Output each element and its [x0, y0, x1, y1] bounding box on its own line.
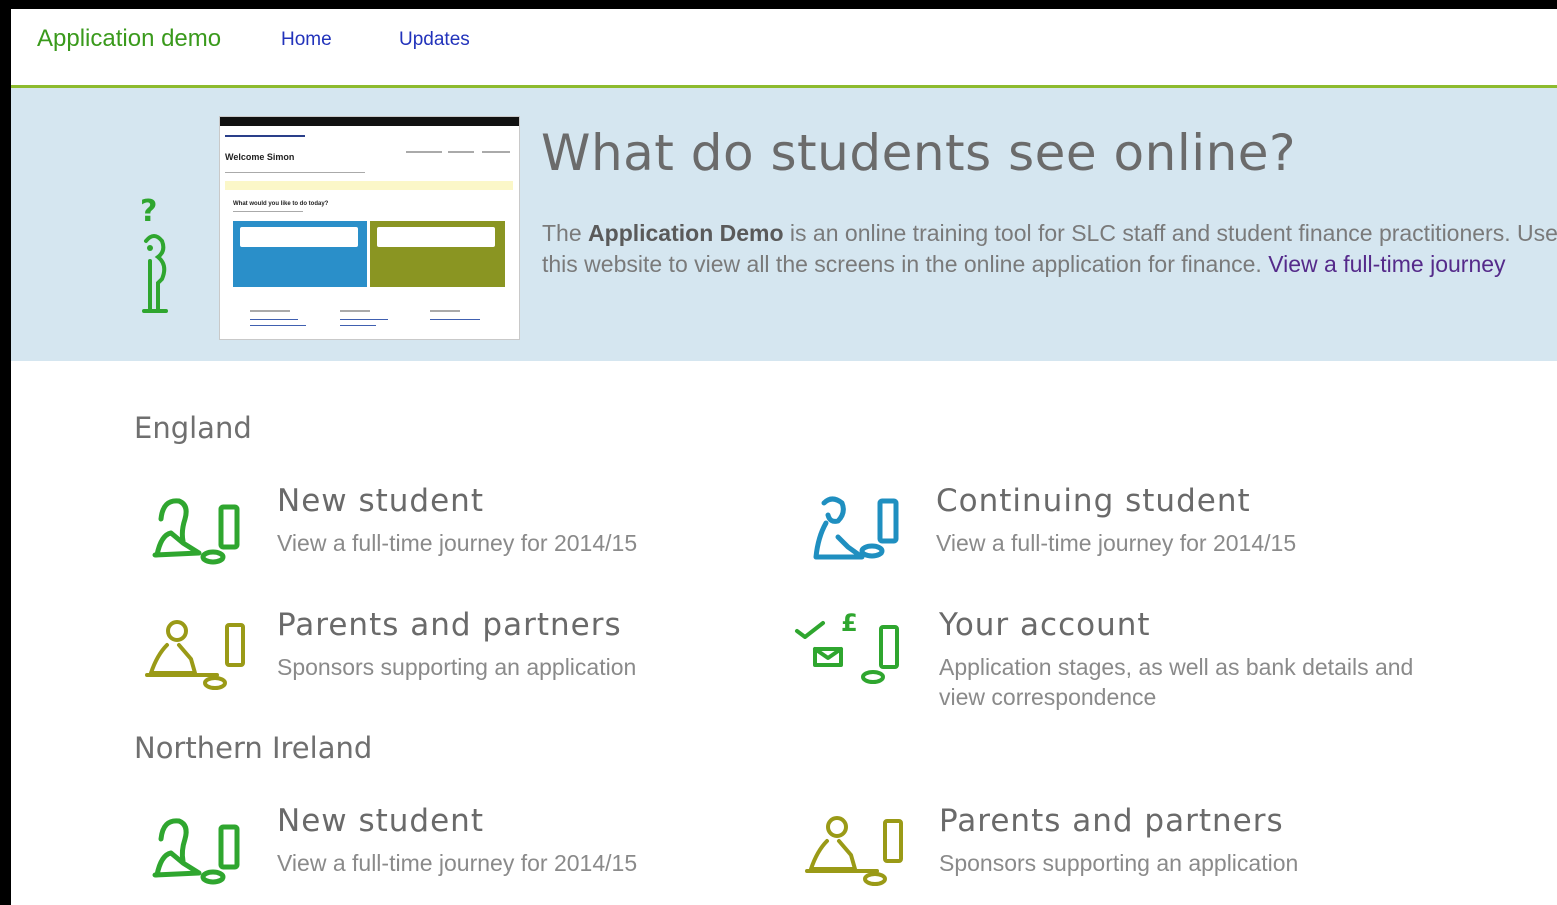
card-title: Continuing student — [936, 483, 1251, 519]
parents-icon — [805, 816, 903, 886]
card-england-continuing-student[interactable]: Continuing student View a full-time jour… — [800, 483, 1420, 584]
top-nav: Application demo Home Updates — [11, 9, 1557, 88]
continuing-student-icon — [813, 496, 899, 560]
intro-text: The Application Demo is an online traini… — [542, 220, 1557, 277]
card-england-new-student[interactable]: New student View a full-time journey for… — [141, 483, 761, 584]
nav-link-home[interactable]: Home — [281, 29, 332, 51]
website-preview-image: Welcome Simon What would you like to do … — [219, 116, 520, 340]
preview-welcome: Welcome Simon — [225, 152, 295, 162]
card-ni-new-student[interactable]: New student View a full-time journey for… — [141, 803, 761, 904]
card-title: Your account — [939, 607, 1151, 643]
svg-text:?: ? — [140, 194, 157, 229]
card-subtitle: View a full-time journey for 2014/15 — [277, 530, 638, 556]
card-title: New student — [277, 803, 484, 839]
section-heading-northern-ireland: Northern Ireland — [134, 731, 373, 765]
card-title: New student — [277, 483, 484, 519]
app-name-bold: Application Demo — [588, 220, 784, 246]
new-student-icon — [152, 818, 240, 885]
account-icon: £ — [795, 613, 899, 684]
card-england-parents-partners[interactable]: Parents and partners Sponsors supporting… — [141, 607, 761, 708]
svg-text:£: £ — [841, 613, 858, 637]
full-time-journey-link[interactable]: View a full-time journey — [1268, 251, 1505, 277]
card-subtitle: Sponsors supporting an application — [939, 850, 1299, 876]
nav-link-updates[interactable]: Updates — [399, 29, 470, 51]
question-figure-icon: ? — [140, 194, 168, 313]
page-title: What do students see online? — [541, 124, 1297, 182]
section-heading-england: England — [134, 411, 252, 445]
hero-banner: ? Welcome Simon What would you like to d… — [11, 88, 1557, 361]
page: Application demo Home Updates ? Welcome … — [11, 9, 1557, 905]
new-student-icon — [152, 498, 240, 565]
card-england-your-account[interactable]: £ Your account Application stages, as we… — [793, 607, 1413, 710]
card-title: Parents and partners — [277, 607, 622, 643]
parents-icon — [145, 620, 245, 690]
card-ni-parents-partners[interactable]: Parents and partners Sponsors supporting… — [793, 803, 1413, 904]
brand-link[interactable]: Application demo — [37, 25, 221, 53]
preview-question: What would you like to do today? — [233, 201, 329, 207]
card-subtitle: View a full-time journey for 2014/15 — [277, 850, 638, 876]
card-subtitle: View a full-time journey for 2014/15 — [936, 530, 1297, 556]
card-subtitle: Sponsors supporting an application — [277, 654, 637, 680]
card-title: Parents and partners — [939, 803, 1284, 839]
card-subtitle: Application stages, as well as bank deta… — [939, 654, 1414, 710]
